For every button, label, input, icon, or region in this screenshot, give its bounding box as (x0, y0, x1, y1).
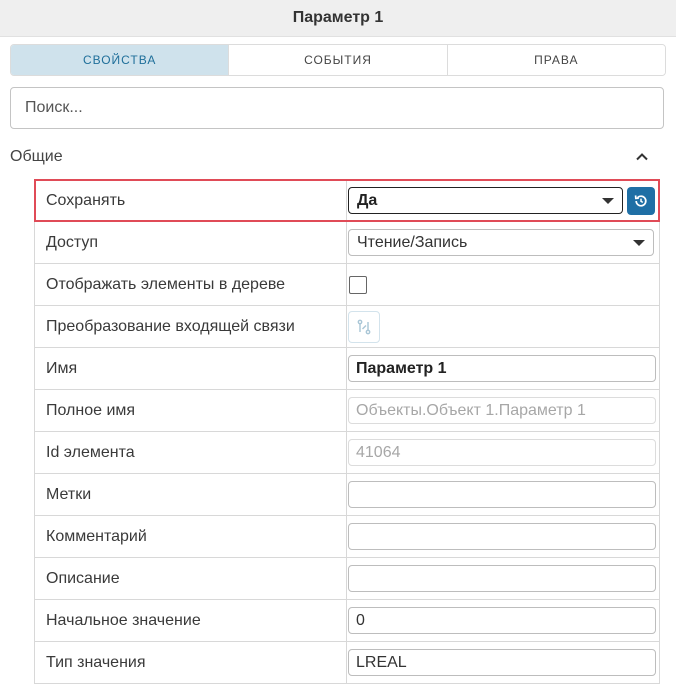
property-row-description: Описание (35, 558, 659, 600)
section-title: Общие (10, 148, 63, 165)
incoming-link-transform-button[interactable] (348, 310, 380, 343)
reset-button[interactable] (627, 186, 655, 215)
property-label: Id элемента (35, 432, 347, 473)
save-select-value: Да (357, 191, 378, 209)
save-select[interactable]: Да (348, 187, 623, 214)
tab-bar: СВОЙСТВА СОБЫТИЯ ПРАВА (10, 44, 666, 76)
property-label: Описание (35, 558, 347, 599)
property-row-name: Имя (35, 348, 659, 390)
property-label: Начальное значение (35, 600, 347, 641)
description-input[interactable] (348, 565, 656, 592)
property-label: Имя (35, 348, 347, 389)
property-label: Сохранять (35, 180, 347, 221)
property-row-comment: Комментарий (35, 516, 659, 558)
tab-rights[interactable]: ПРАВА (447, 45, 665, 75)
panel-header: Параметр 1 (0, 0, 676, 37)
access-select[interactable]: Чтение/Запись (348, 229, 654, 256)
property-row-incoming-link: Преобразование входящей связи (35, 306, 659, 348)
property-label: Тип значения (35, 642, 347, 683)
panel-title: Параметр 1 (292, 9, 384, 26)
property-label: Метки (35, 474, 347, 515)
caret-down-icon (633, 239, 645, 246)
properties-table: Сохранять Да Доступ Чтение/Запись Отобра… (34, 179, 660, 684)
property-row-save: Сохранять Да (34, 179, 660, 222)
property-row-show-in-tree: Отображать элементы в дереве (35, 264, 659, 306)
show-in-tree-checkbox[interactable] (349, 275, 367, 294)
property-row-tags: Метки (35, 474, 659, 516)
property-label: Доступ (35, 222, 347, 263)
search-input[interactable] (10, 87, 664, 129)
chevron-up-icon[interactable] (634, 149, 650, 165)
tab-properties[interactable]: СВОЙСТВА (11, 45, 230, 75)
tags-input[interactable] (348, 481, 656, 508)
property-row-access: Доступ Чтение/Запись (35, 222, 659, 264)
transform-icon (357, 319, 371, 334)
full-name-input (348, 397, 656, 424)
caret-down-icon (602, 197, 614, 204)
property-label: Комментарий (35, 516, 347, 557)
element-id-input (348, 439, 656, 466)
comment-input[interactable] (348, 523, 656, 550)
property-row-full-name: Полное имя (35, 390, 659, 432)
reset-icon (634, 194, 647, 207)
initial-value-input[interactable] (348, 607, 656, 634)
access-select-value: Чтение/Запись (357, 233, 468, 251)
tab-events[interactable]: СОБЫТИЯ (229, 45, 448, 75)
property-label: Отображать элементы в дереве (35, 264, 347, 305)
property-label: Полное имя (35, 390, 347, 431)
section-general: Общие (10, 144, 650, 170)
value-type-input[interactable] (348, 649, 656, 676)
property-row-value-type: Тип значения (35, 642, 659, 684)
name-input[interactable] (348, 355, 656, 382)
property-row-initial-value: Начальное значение (35, 600, 659, 642)
property-label: Преобразование входящей связи (35, 306, 347, 347)
property-row-element-id: Id элемента (35, 432, 659, 474)
